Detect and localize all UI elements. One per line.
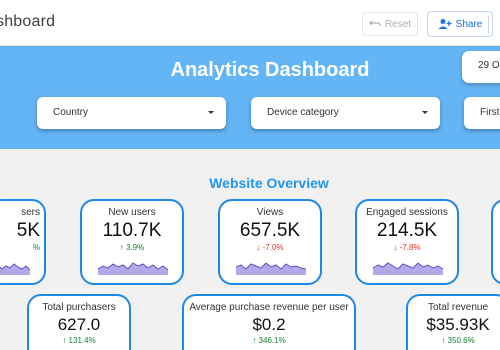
arrow-up-icon: ↑ [441,336,446,345]
reset-button[interactable]: Reset [362,12,418,36]
metric-label: Total revenue [427,302,489,313]
metric-delta: ↓ -7.0% [220,243,320,252]
metric-value: 5K [16,220,40,241]
reset-label: Reset [384,18,412,30]
arrow-up-icon: ↑ [119,243,124,252]
dashboard-title: Analytics Dashboard [170,59,370,81]
metric-delta: % [32,243,40,252]
metric-card-total-revenue: Total revenue $35.93K ↑ 350.6% [406,294,500,350]
caret-down-icon [422,111,428,114]
metric-label: New users [108,207,156,218]
date-range-picker[interactable]: 29 Oc [462,51,500,83]
metric-delta-value: 350.6% [447,336,475,345]
share-button[interactable]: Share [427,11,493,37]
metric-delta-value: -7.8% [399,243,421,252]
sparkline [0,263,30,275]
first-filter[interactable]: First [464,97,500,129]
metric-card-engaged-sessions: Engaged sessions 214.5K ↓ -7.8% [355,199,459,285]
app-bar: shboard Reset Share [0,0,500,46]
metric-label: Views [256,207,284,218]
metric-label: Average purchase revenue per user [189,302,349,313]
metric-value: $35.93K [426,315,490,334]
caret-down-icon [208,111,214,114]
share-menu-toggle[interactable] [488,16,500,34]
metric-delta: ↑ 3.9% [82,243,182,252]
metric-card-partial [491,199,500,285]
metric-delta: ↓ -7.8% [357,243,457,252]
metric-delta-value: 3.9% [126,243,145,252]
arrow-up-icon: ↑ [62,336,67,345]
metric-card-total-purchasers: Total purchasers 627.0 ↑ 131.4% [27,294,131,350]
metric-delta-value: 346.1% [258,336,286,345]
filter-label: Device category [267,107,339,118]
metric-label: Engaged sessions [366,207,448,218]
metric-card-views: Views 657.5K ↓ -7.0% [218,199,322,285]
report-title: shboard [0,13,56,30]
metric-value: 110.7K [102,220,162,241]
dashboard-header: Analytics Dashboard 29 Oc Country Device… [0,46,500,149]
arrow-up-icon: ↑ [252,336,257,345]
metric-card-users: sers 5K % [0,199,46,285]
country-filter[interactable]: Country [37,97,226,129]
metric-value: 627.0 [57,315,101,334]
sparkline [373,262,443,275]
metric-value: $0.2 [252,315,286,334]
metric-value: 214.5K [376,220,438,241]
metric-card-avg-purchase-revenue: Average purchase revenue per user $0.2 ↑… [182,294,356,350]
arrow-down-icon: ↓ [393,243,398,252]
metric-delta: ↑ 350.6% [408,336,500,345]
share-label: Share [455,18,483,30]
metric-delta: ↑ 131.4% [29,336,129,345]
section-title: Website Overview [209,175,329,191]
arrow-down-icon: ↓ [256,243,261,252]
person-add-icon [438,19,452,29]
sparkline [98,262,168,275]
undo-icon [369,20,381,27]
metric-label: sers [21,207,40,218]
device-category-filter[interactable]: Device category [251,97,440,129]
metric-label: Total purchasers [42,302,116,313]
metric-value: 657.5K [239,220,301,241]
sparkline [236,262,306,275]
metric-delta-value: -7.0% [262,243,284,252]
metric-card-new-users: New users 110.7K ↑ 3.9% [80,199,184,285]
filter-label: First [480,107,500,118]
metric-delta: ↑ 346.1% [184,336,354,345]
filter-label: Country [53,107,89,118]
metric-delta-value: 131.4% [68,336,96,345]
